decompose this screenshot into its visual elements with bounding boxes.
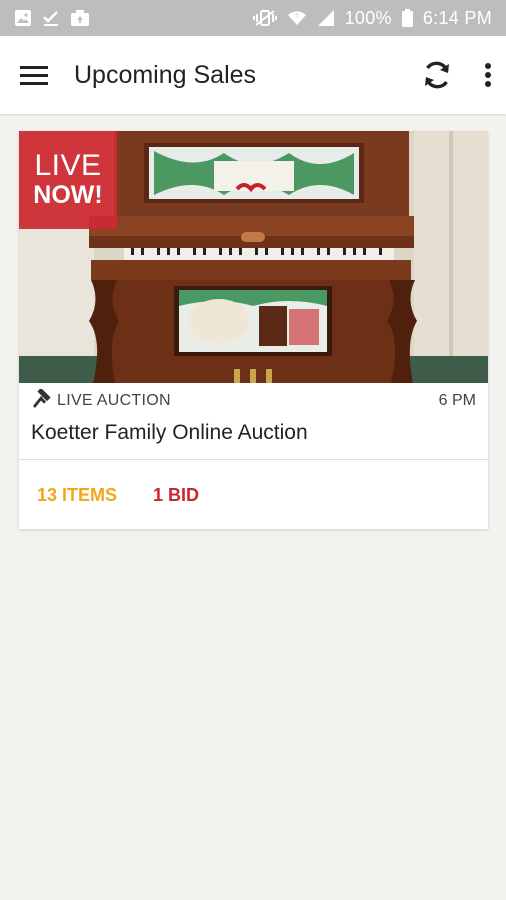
page-title: Upcoming Sales xyxy=(74,60,257,89)
clock: 6:14 PM xyxy=(422,7,492,28)
gavel-icon xyxy=(31,387,51,414)
sale-meta: LIVE AUCTION 6 PM xyxy=(19,383,488,419)
sale-type-label: LIVE AUCTION xyxy=(57,392,171,409)
system-icons: ? 100% 6:14 PM xyxy=(252,7,492,29)
status-bar: ? 100% 6:14 PM xyxy=(0,0,506,36)
check-icon xyxy=(42,9,60,27)
items-count-link[interactable]: 13 ITEMS xyxy=(37,485,117,506)
bids-count-link[interactable]: 1 BID xyxy=(153,485,199,506)
more-vert-icon[interactable] xyxy=(484,62,492,88)
photo-upload-icon xyxy=(70,9,90,27)
signal-icon xyxy=(317,9,335,27)
live-badge-line1: LIVE xyxy=(34,149,102,182)
wifi-icon: ? xyxy=(287,9,307,27)
sale-image[interactable]: LIVE NOW! xyxy=(19,131,488,383)
notification-icons xyxy=(14,9,90,27)
live-now-badge: LIVE NOW! xyxy=(19,131,117,229)
live-badge-line2: NOW! xyxy=(33,181,103,209)
sale-card[interactable]: LIVE NOW! LIVE AUCTION 6 PM Koetter Fami… xyxy=(19,131,488,529)
sale-title[interactable]: Koetter Family Online Auction xyxy=(19,419,488,459)
sale-time: 6 PM xyxy=(438,392,476,409)
menu-icon[interactable] xyxy=(18,59,50,91)
battery-icon xyxy=(401,9,413,27)
app-bar: Upcoming Sales xyxy=(0,36,506,114)
battery-percent: 100% xyxy=(344,7,392,28)
vibrate-icon xyxy=(252,9,277,27)
image-icon xyxy=(14,9,32,27)
sale-stats: 13 ITEMS 1 BID xyxy=(19,460,488,529)
refresh-icon[interactable] xyxy=(420,58,454,92)
